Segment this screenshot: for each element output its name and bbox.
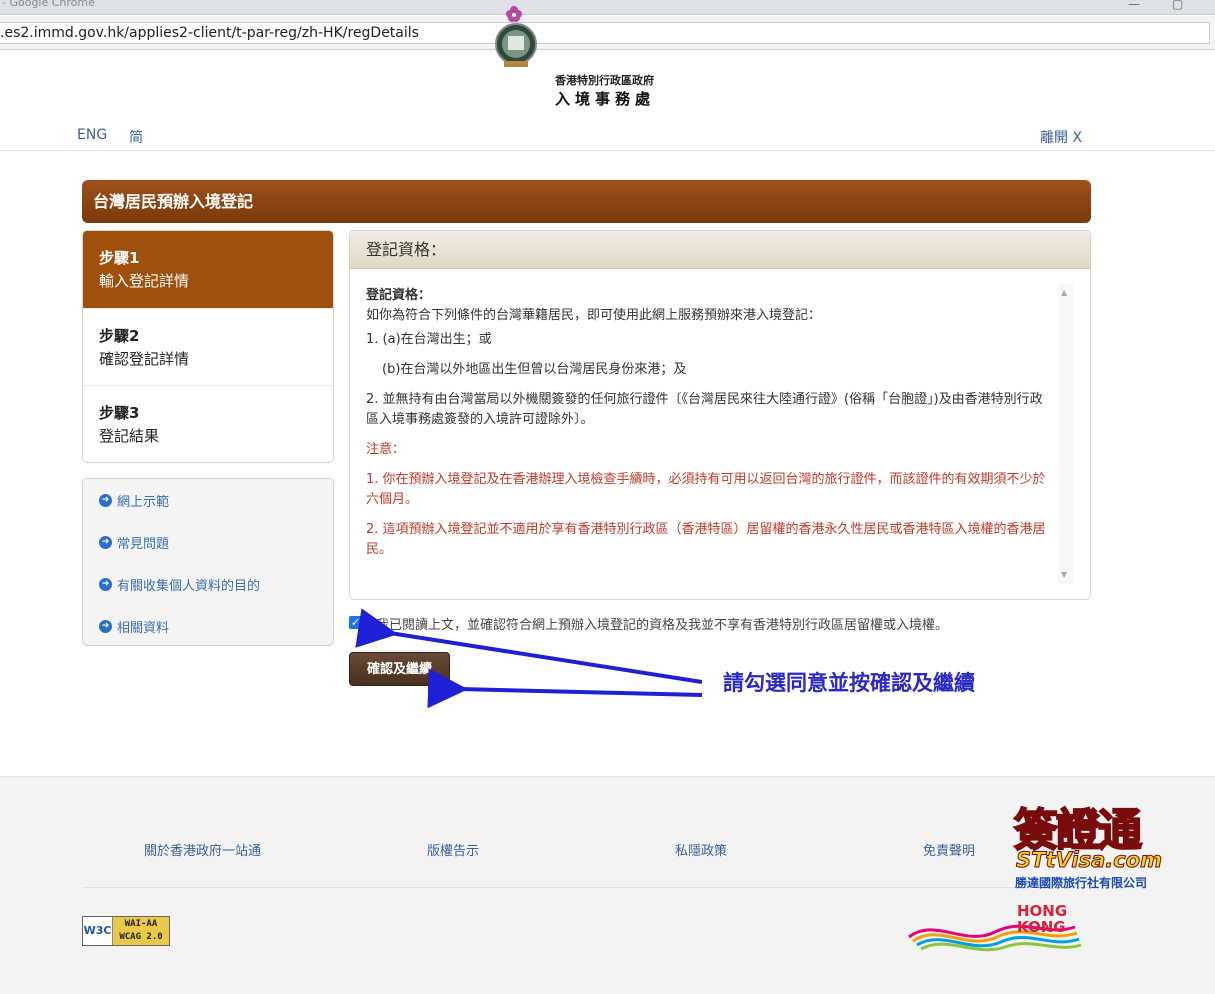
- footer-link-about[interactable]: 關於香港政府一站通: [144, 840, 261, 859]
- hk-line1: HONG: [1017, 902, 1068, 920]
- wcag-line2: WCAG 2.0: [119, 932, 163, 942]
- footer-link-disclaimer[interactable]: 免責聲明: [923, 840, 975, 859]
- brand-hong-kong-text: HONG KONG: [1017, 903, 1067, 935]
- wcag-label: WAI-AA WCAG 2.0: [113, 917, 169, 945]
- footer-link-privacy[interactable]: 私隱政策: [675, 840, 727, 859]
- arrow-to-button-icon: [427, 668, 703, 709]
- footer-link-copyright[interactable]: 版權告示: [427, 840, 479, 859]
- watermark-company: 勝達國際旅行社有限公司: [1015, 876, 1148, 890]
- wcag-line1: WAI-AA: [124, 919, 158, 929]
- footer-divider: [82, 887, 1091, 888]
- w3c-wcag-badge[interactable]: W3C WAI-AA WCAG 2.0: [82, 916, 170, 946]
- w3c-logo: W3C: [83, 917, 113, 945]
- arrow-to-checkbox-icon: [355, 608, 703, 684]
- annotation-text: 請勾選同意並按確認及繼續: [723, 671, 975, 695]
- watermark-site: STtVisa.com: [1016, 848, 1163, 873]
- hk-line2: KONG: [1017, 918, 1066, 936]
